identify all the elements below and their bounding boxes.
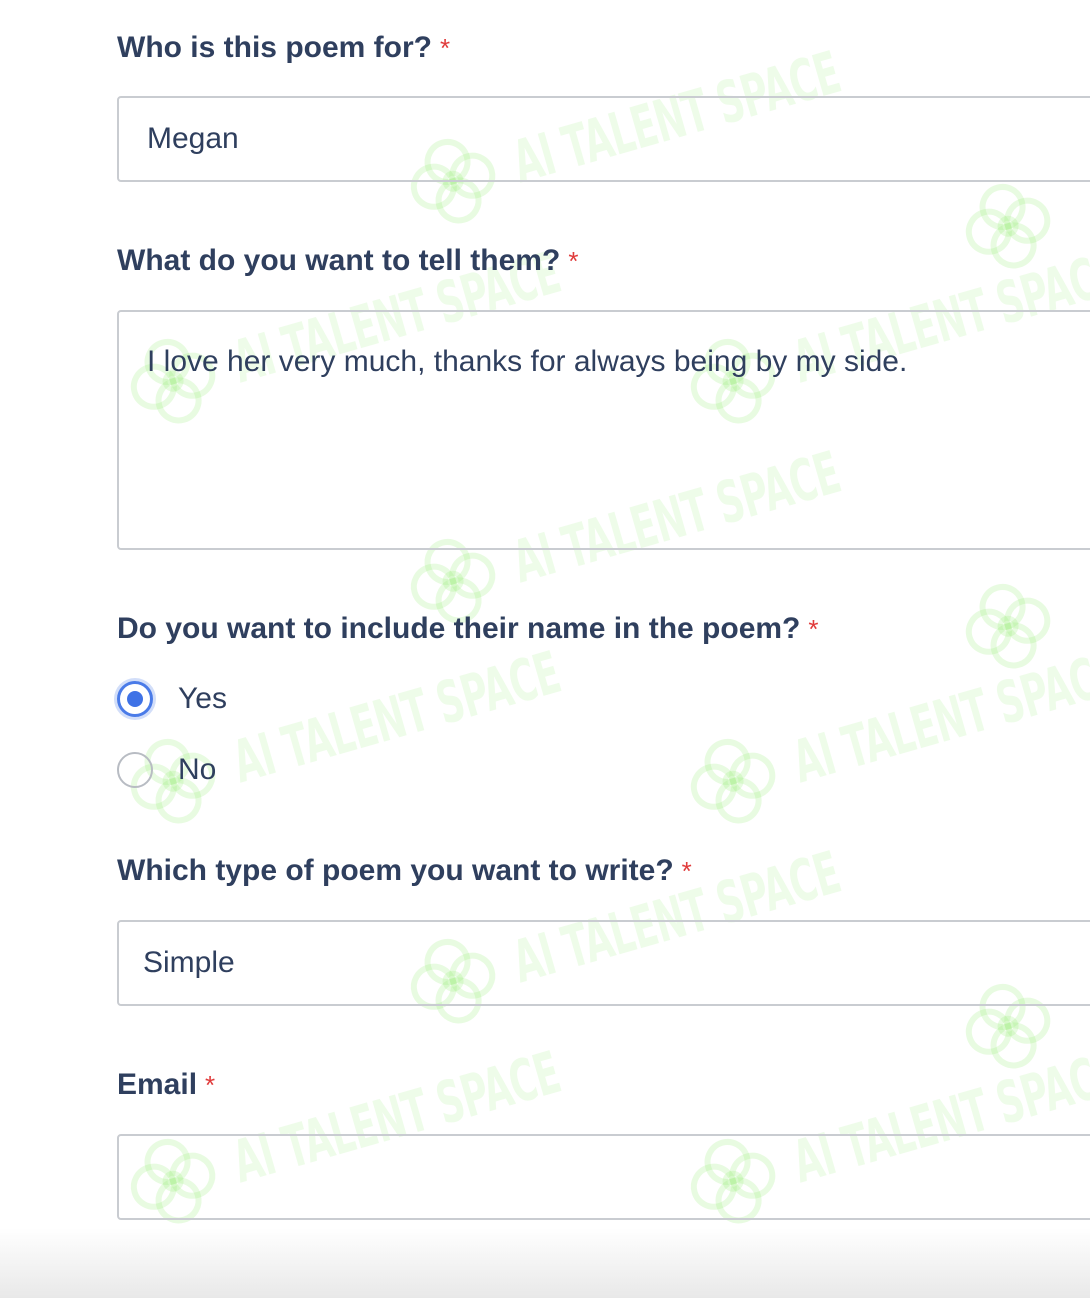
watermark [946,564,1070,688]
include-name-label: Do you want to include their name in the… [117,611,819,647]
radio-no[interactable] [117,752,153,788]
email-label-text: Email [117,1068,198,1101]
required-mark: * [568,246,579,276]
message-textarea[interactable]: I love her very much, thanks for always … [117,310,1090,550]
radio-option-yes[interactable]: Yes [117,679,227,719]
radio-yes[interactable] [117,681,153,717]
poem-type-select[interactable]: Simple ▾ [117,920,1090,1007]
clover-logo-icon [671,719,795,843]
email-label: Email * [117,1067,215,1103]
message-label-text: What do you want to tell them? [117,244,561,277]
recipient-input[interactable]: Megan [117,96,1090,182]
recipient-label: Who is this poem for? * [117,30,450,66]
required-mark: * [440,33,451,63]
watermark-layer: AI TALENT SPACE AI TALENT SPACE AI TALEN… [0,0,1090,1298]
include-name-label-text: Do you want to include their name in the… [117,612,801,645]
message-textarea-value: I love her very much, thanks for always … [147,345,908,378]
watermark [946,164,1070,288]
radio-option-no[interactable]: No [117,750,216,790]
recipient-input-value: Megan [147,122,239,155]
watermark: AI TALENT SPACE [671,566,1090,843]
bottom-shade [0,1228,1090,1298]
poem-type-selected-value: Simple [143,946,235,979]
message-label: What do you want to tell them? * [117,243,578,279]
watermark-text: AI TALENT SPACE [225,638,568,797]
radio-yes-label: Yes [178,682,227,715]
recipient-label-text: Who is this poem for? [117,31,432,64]
poem-type-label: Which type of poem you want to write? * [117,853,692,889]
poem-type-label-text: Which type of poem you want to write? [117,854,674,887]
watermark-text: AI TALENT SPACE [785,638,1090,797]
email-input[interactable] [117,1134,1090,1220]
clover-logo-icon [946,564,1070,688]
required-mark: * [808,614,819,644]
required-mark: * [205,1070,216,1100]
radio-no-label: No [178,753,217,786]
clover-logo-icon [946,164,1070,288]
required-mark: * [681,856,692,886]
